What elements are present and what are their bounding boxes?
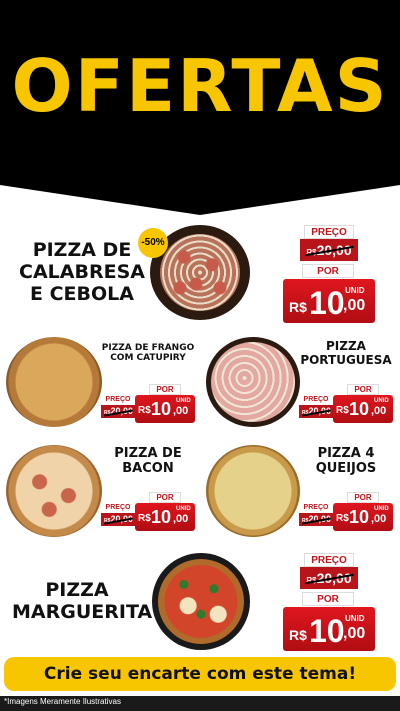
price-decimal: ,00 bbox=[371, 405, 387, 417]
currency: R$ bbox=[336, 405, 349, 416]
old-price: R$20,00 bbox=[101, 513, 136, 526]
unit-label: UNID bbox=[374, 506, 389, 512]
pizza-quatro-queijos-image bbox=[206, 445, 300, 537]
preco-label: PREÇO bbox=[301, 396, 331, 405]
preco-label: PREÇO bbox=[301, 504, 331, 513]
cta-button[interactable]: Crie seu encarte com este tema! bbox=[4, 657, 396, 691]
product-name-line: PIZZA 4 bbox=[317, 446, 375, 461]
price-decimal: ,00 bbox=[343, 625, 366, 642]
price-decimal: ,00 bbox=[371, 513, 387, 525]
product-name-line: COM CATUPIRY bbox=[110, 353, 186, 364]
price-integer: 10 bbox=[309, 613, 345, 649]
pizza-portuguesa-image bbox=[206, 337, 300, 427]
discount-badge: -50% bbox=[138, 228, 168, 258]
preco-label: PREÇO bbox=[103, 396, 133, 405]
product-name-line: PIZZA DE bbox=[114, 446, 182, 461]
new-price: R$ 10 ,00 UNID bbox=[333, 503, 393, 531]
pizza-frango-image bbox=[6, 337, 102, 427]
preco-label: PREÇO bbox=[304, 553, 354, 567]
product-name-line: E CEBOLA bbox=[30, 282, 134, 305]
product-name-marguerita: PIZZA MARGUERITA bbox=[12, 579, 153, 624]
price-decimal: ,00 bbox=[173, 405, 189, 417]
por-label: POR bbox=[149, 384, 181, 395]
preco-label: PREÇO bbox=[103, 504, 133, 513]
por-label: POR bbox=[149, 492, 181, 503]
unit-label: UNID bbox=[345, 286, 365, 295]
old-price: R$20,00 bbox=[299, 405, 334, 418]
old-price: R$20,00 bbox=[101, 405, 136, 418]
pizza-bacon-image bbox=[6, 445, 102, 537]
pizza-marguerita-image bbox=[152, 553, 250, 650]
old-price: R$20,00 bbox=[299, 513, 334, 526]
old-price: R$20,00 bbox=[300, 567, 358, 589]
por-label: POR bbox=[347, 492, 379, 503]
unit-label: UNID bbox=[176, 398, 191, 404]
price-integer: 10 bbox=[349, 399, 370, 419]
product-name-portuguesa: PIZZA PORTUGUESA bbox=[296, 339, 396, 368]
price-decimal: ,00 bbox=[343, 297, 366, 314]
por-label: POR bbox=[302, 264, 354, 278]
new-price: R$ 10 ,00 UNID bbox=[283, 607, 375, 651]
new-price: R$ 10 ,00 UNID bbox=[135, 503, 195, 531]
price-integer: 10 bbox=[151, 399, 172, 419]
currency: R$ bbox=[138, 405, 151, 416]
product-name-line: PIZZA DE bbox=[32, 239, 132, 261]
price-decimal: ,00 bbox=[173, 513, 189, 525]
product-name-line: PIZZA bbox=[45, 579, 109, 601]
disclaimer-text: *Imagens Meramente Ilustrativas bbox=[4, 697, 121, 706]
currency: R$ bbox=[138, 513, 151, 524]
product-name-line: BACON bbox=[122, 460, 174, 476]
old-price: R$20,00 bbox=[300, 239, 358, 261]
price-integer: 10 bbox=[309, 285, 345, 321]
currency: R$ bbox=[289, 627, 307, 643]
currency: R$ bbox=[289, 299, 307, 315]
product-name-frango: PIZZA DE FRANGO COM CATUPIRY bbox=[98, 343, 198, 364]
unit-label: UNID bbox=[374, 398, 389, 404]
new-price: R$ 10 ,00 UNID bbox=[333, 395, 393, 423]
preco-label: PREÇO bbox=[304, 225, 354, 239]
price-integer: 10 bbox=[349, 507, 370, 527]
product-name-line: CALABRESA bbox=[19, 260, 145, 283]
product-name-line: PIZZA bbox=[326, 339, 366, 353]
product-name-calabresa: PIZZA DE CALABRESA E CEBOLA bbox=[12, 239, 152, 306]
page-title: OFERTAS bbox=[11, 44, 389, 128]
por-label: POR bbox=[302, 592, 354, 606]
product-name-quatro-queijos: PIZZA 4 QUEIJOS bbox=[296, 446, 396, 477]
new-price: R$ 10 ,00 UNID bbox=[283, 279, 375, 323]
por-label: POR bbox=[347, 384, 379, 395]
currency: R$ bbox=[336, 513, 349, 524]
new-price: R$ 10 ,00 UNID bbox=[135, 395, 195, 423]
product-name-line: QUEIJOS bbox=[315, 460, 377, 476]
price-integer: 10 bbox=[151, 507, 172, 527]
product-name-line: MARGUERITA bbox=[12, 600, 153, 623]
unit-label: UNID bbox=[176, 506, 191, 512]
product-name-line: PORTUGUESA bbox=[300, 352, 392, 367]
footer: *Imagens Meramente Ilustrativas bbox=[0, 696, 400, 711]
product-name-bacon: PIZZA DE BACON bbox=[98, 446, 198, 477]
unit-label: UNID bbox=[345, 614, 365, 623]
product-name-line: PIZZA DE FRANGO bbox=[101, 343, 195, 353]
